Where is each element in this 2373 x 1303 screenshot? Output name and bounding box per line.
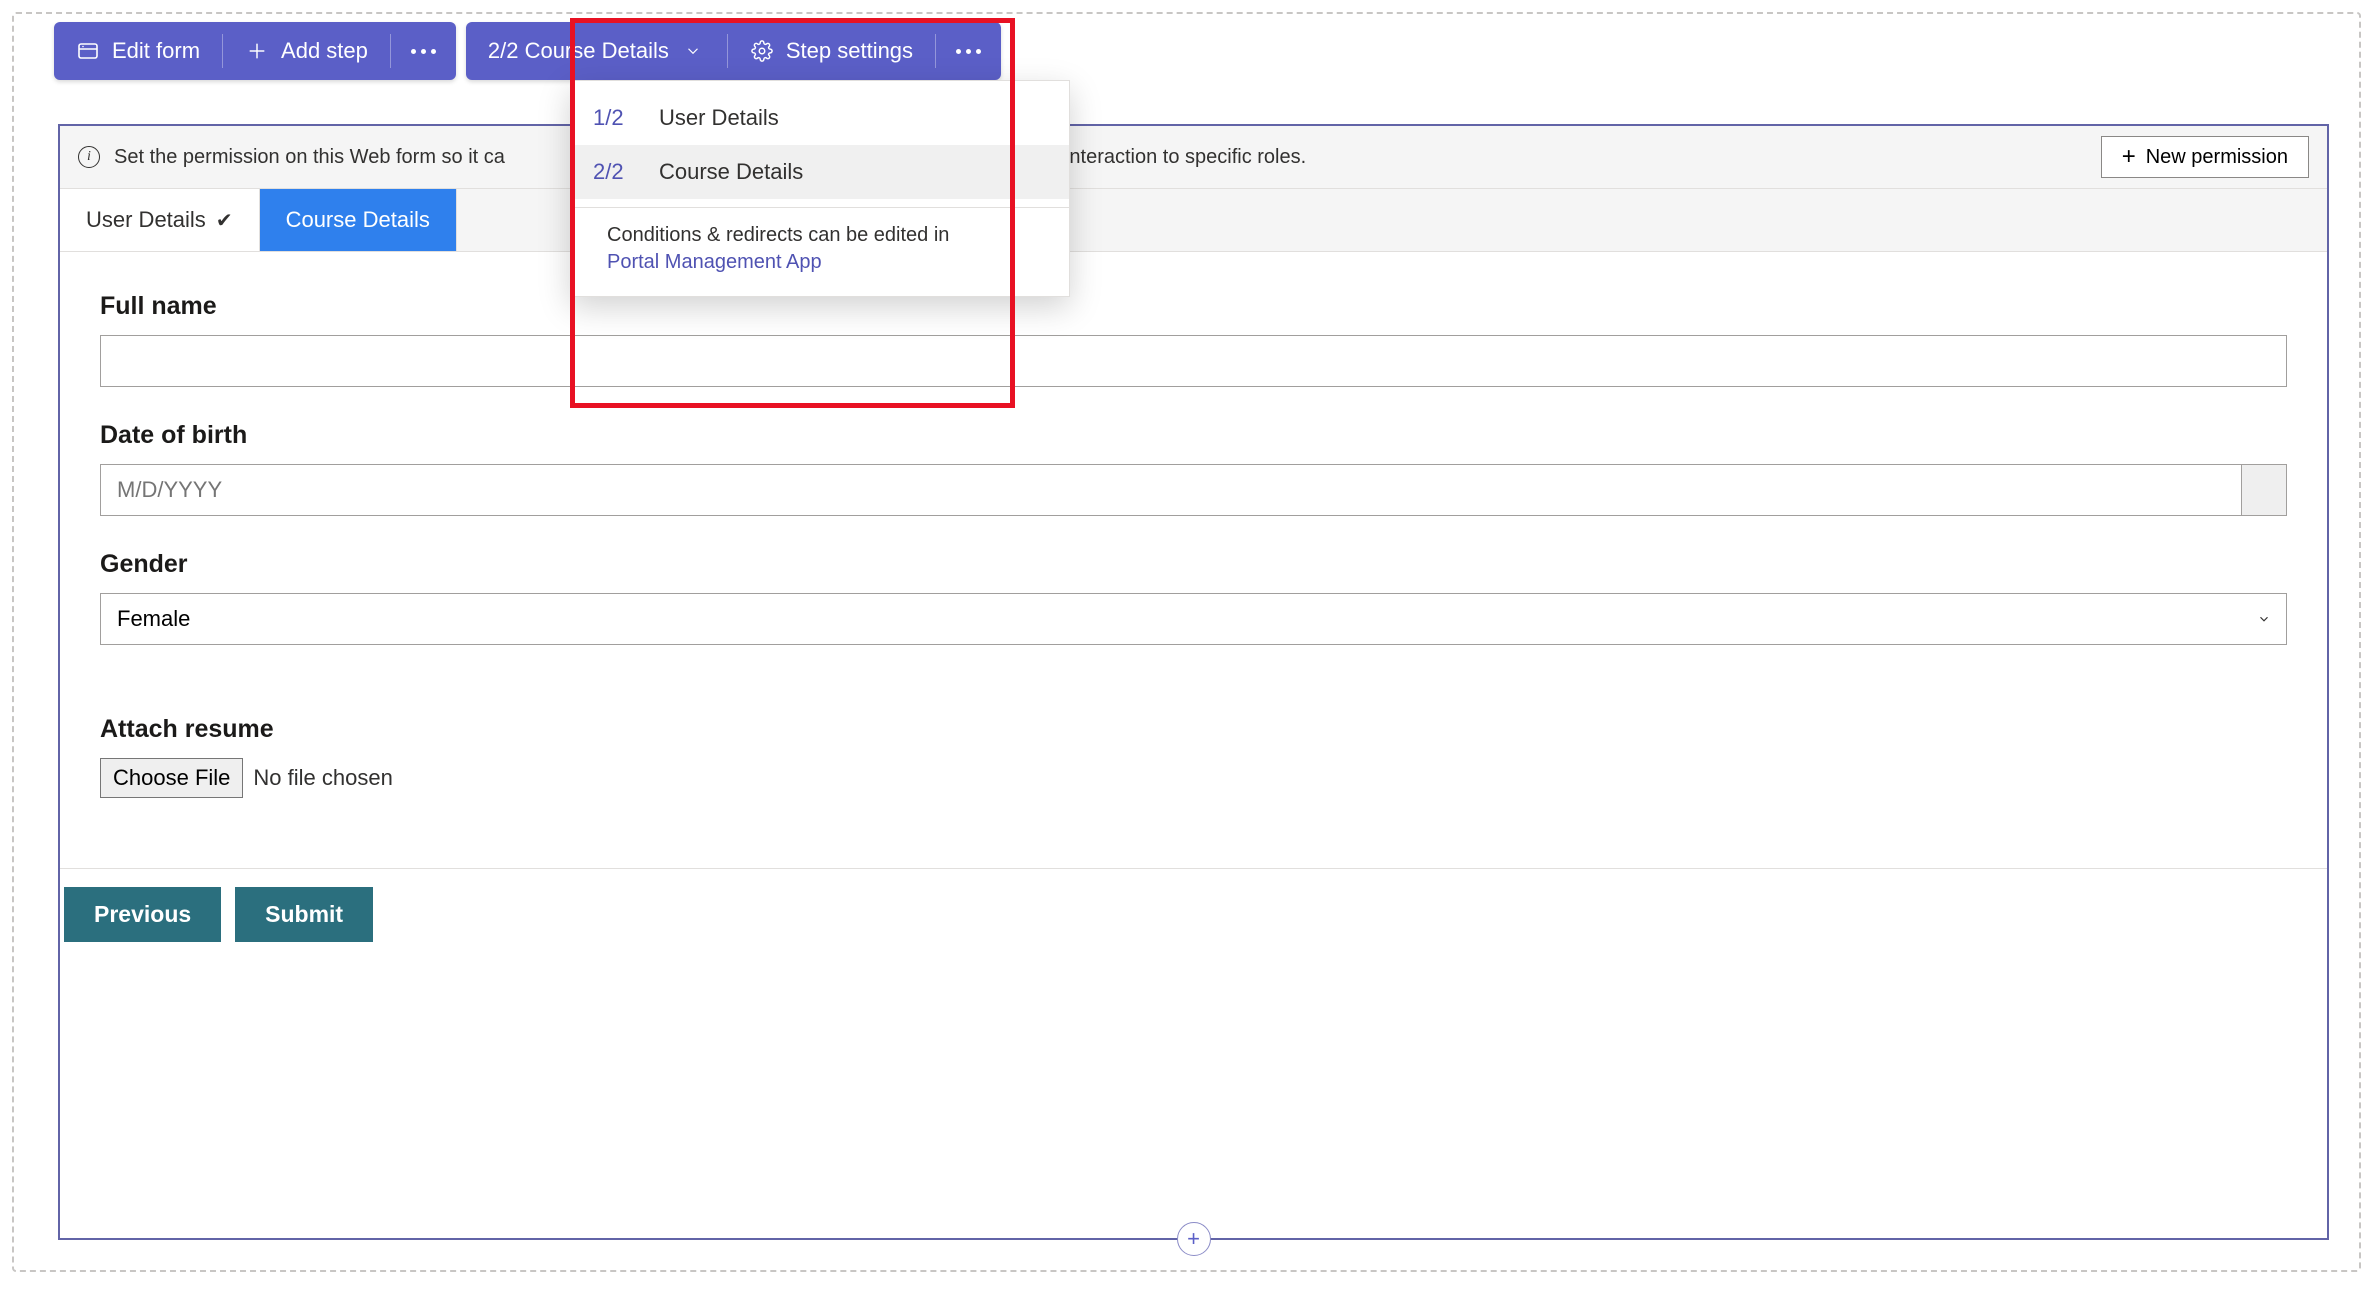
form-icon [76, 39, 100, 63]
info-icon: i [78, 146, 100, 168]
chevron-down-icon [2257, 612, 2271, 626]
tab-course-details[interactable]: Course Details [260, 189, 457, 251]
chevron-down-icon [681, 39, 705, 63]
choose-file-button[interactable]: Choose File [100, 758, 243, 798]
step-settings-button[interactable]: Step settings [728, 22, 935, 80]
dropdown-item-label: User Details [659, 105, 779, 131]
info-text-before: Set the permission on this Web form so i… [114, 146, 505, 168]
tab-user-details[interactable]: User Details ✔ [60, 189, 260, 251]
field-full-name: Full name [100, 292, 2287, 387]
dropdown-item-user-details[interactable]: 1/2 User Details [571, 91, 1069, 145]
more-icon [411, 49, 436, 54]
attach-resume-label: Attach resume [100, 715, 2287, 744]
permission-info-bar: i Set the permission on this Web form so… [60, 126, 2327, 189]
new-permission-button[interactable]: + New permission [2101, 136, 2309, 178]
field-attach-resume: Attach resume Choose File No file chosen [100, 715, 2287, 798]
plus-icon: + [2122, 145, 2136, 169]
more-icon [956, 49, 981, 54]
dropdown-item-course-details[interactable]: 2/2 Course Details [571, 145, 1069, 199]
portal-mgmt-link[interactable]: Portal Management App [607, 251, 1047, 274]
gender-label: Gender [100, 550, 2287, 579]
tab-label: User Details [86, 207, 206, 233]
editor-canvas: Edit form Add step 2/2 Course Details [12, 12, 2361, 1272]
edit-toolbar: Edit form Add step [54, 22, 456, 80]
step-selector-button[interactable]: 2/2 Course Details [466, 22, 727, 80]
dropdown-item-num: 1/2 [593, 105, 637, 131]
step-dropdown: 1/2 User Details 2/2 Course Details Cond… [570, 80, 1070, 297]
date-picker-button[interactable] [2241, 464, 2287, 516]
add-component-handle[interactable]: + [1177, 1222, 1211, 1256]
dob-label: Date of birth [100, 421, 2287, 450]
step-settings-label: Step settings [786, 38, 913, 64]
form-component[interactable]: i Set the permission on this Web form so… [58, 124, 2329, 1240]
previous-button[interactable]: Previous [64, 887, 221, 942]
gender-select[interactable] [100, 593, 2287, 645]
toolbar2-more-button[interactable] [936, 22, 1001, 80]
dropdown-item-num: 2/2 [593, 159, 637, 185]
toolbar1-more-button[interactable] [391, 22, 456, 80]
add-step-label: Add step [281, 38, 368, 64]
step-toolbar: 2/2 Course Details Step settings [466, 22, 1001, 80]
submit-button[interactable]: Submit [235, 887, 373, 942]
dob-input[interactable] [100, 464, 2241, 516]
field-gender: Gender [100, 550, 2287, 645]
form-fields: Full name Date of birth Gender [60, 252, 2327, 869]
new-permission-label: New permission [2146, 146, 2288, 169]
step-tabs: User Details ✔ Course Details [60, 189, 2327, 252]
add-step-button[interactable]: Add step [223, 22, 390, 80]
toolbar-row: Edit form Add step 2/2 Course Details [14, 14, 2359, 80]
tab-label: Course Details [286, 207, 430, 233]
edit-form-label: Edit form [112, 38, 200, 64]
field-dob: Date of birth [100, 421, 2287, 516]
full-name-input[interactable] [100, 335, 2287, 387]
form-actions: Previous Submit [60, 869, 2327, 982]
step-selector-label: 2/2 Course Details [488, 38, 669, 64]
edit-form-button[interactable]: Edit form [54, 22, 222, 80]
gear-icon [750, 39, 774, 63]
dropdown-footer-text: Conditions & redirects can be edited in [607, 224, 949, 246]
full-name-label: Full name [100, 292, 2287, 321]
file-status-text: No file chosen [253, 765, 392, 791]
dropdown-footer: Conditions & redirects can be edited in … [571, 208, 1069, 296]
check-icon: ✔ [216, 208, 233, 233]
plus-icon: + [1187, 1226, 1200, 1252]
plus-icon [245, 39, 269, 63]
dropdown-item-label: Course Details [659, 159, 803, 185]
